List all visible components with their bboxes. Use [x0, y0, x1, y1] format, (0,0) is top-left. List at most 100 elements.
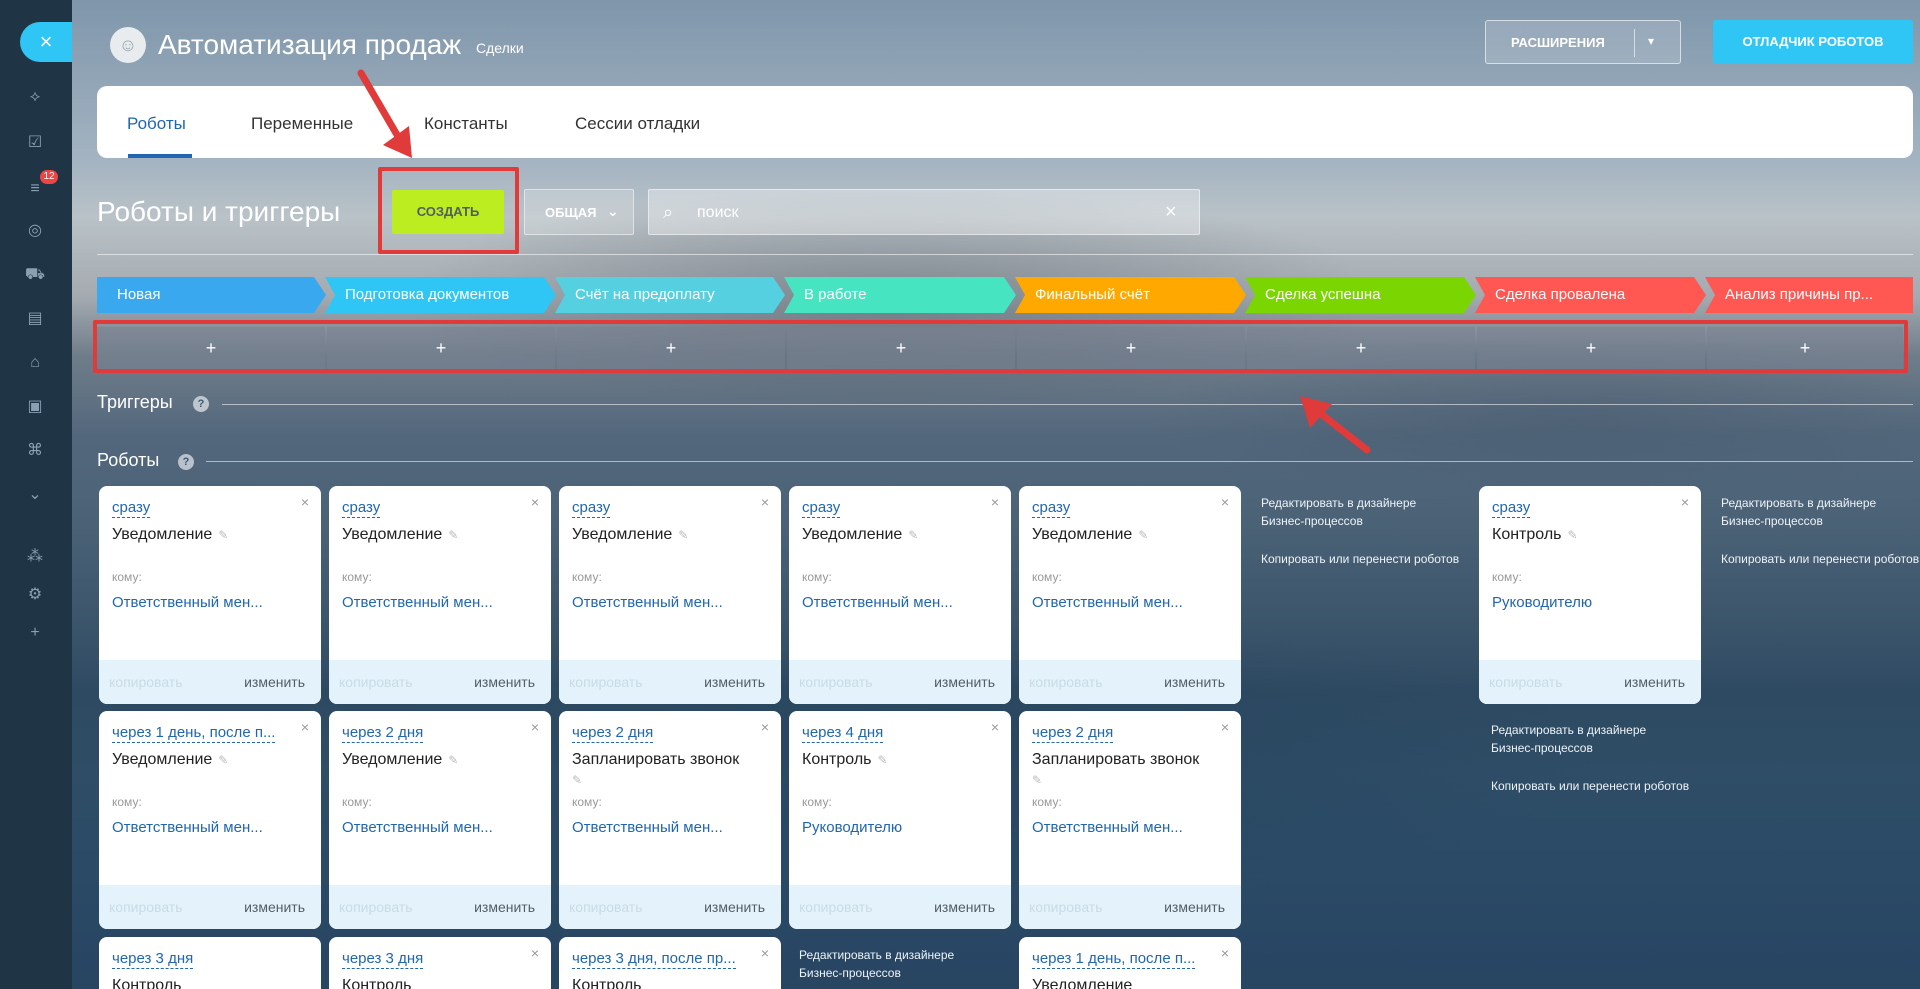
- pencil-icon[interactable]: ✎: [878, 753, 888, 767]
- copy-button[interactable]: копировать: [569, 674, 643, 690]
- robot-delay-link[interactable]: через 3 дня: [342, 950, 424, 969]
- edit-button[interactable]: изменить: [244, 674, 305, 690]
- stage-lost[interactable]: Сделка провалена: [1475, 277, 1706, 313]
- pencil-icon[interactable]: ✎: [448, 753, 458, 767]
- pencil-icon[interactable]: ✎: [572, 773, 582, 787]
- recipient-link[interactable]: Ответственный мен...: [112, 594, 308, 611]
- edit-in-designer-link[interactable]: Редактировать в дизайнере Бизнес-процесс…: [799, 946, 999, 982]
- copy-button[interactable]: копировать: [799, 674, 873, 690]
- edit-button[interactable]: изменить: [244, 899, 305, 915]
- gear-icon[interactable]: ⚙: [24, 584, 46, 606]
- cart-icon[interactable]: ⛟: [24, 264, 46, 286]
- search-input[interactable]: [697, 200, 1137, 226]
- close-icon[interactable]: ×: [1681, 494, 1689, 510]
- chevron-down-icon[interactable]: ⌄: [24, 484, 46, 506]
- robot-card[interactable]: через 2 дня × Уведомление ✎ кому: Ответст…: [329, 711, 551, 929]
- edit-in-designer-link[interactable]: Редактировать в дизайнере Бизнес-процесс…: [1491, 721, 1691, 757]
- robot-delay-link[interactable]: через 2 дня: [572, 724, 654, 743]
- edit-button[interactable]: изменить: [1164, 674, 1225, 690]
- stage-in-work[interactable]: В работе: [784, 277, 1016, 313]
- robot-card[interactable]: сразу × Контроль ✎ кому: Руководителю коп…: [1479, 486, 1701, 704]
- edit-button[interactable]: изменить: [474, 899, 535, 915]
- edit-button[interactable]: изменить: [934, 674, 995, 690]
- copy-button[interactable]: копировать: [109, 674, 183, 690]
- close-icon[interactable]: ×: [1221, 945, 1229, 961]
- stage-won[interactable]: Сделка успешна: [1245, 277, 1476, 313]
- close-icon[interactable]: ×: [761, 494, 769, 510]
- robot-card[interactable]: через 4 дня × Контроль ✎ кому: Руководите…: [789, 711, 1011, 929]
- stage-prepay[interactable]: Счёт на предоплату: [555, 277, 785, 313]
- robot-delay-link[interactable]: сразу: [572, 499, 611, 518]
- close-icon[interactable]: ×: [1221, 494, 1229, 510]
- tab-robots[interactable]: Роботы: [127, 114, 186, 134]
- stage-docs[interactable]: Подготовка документов: [325, 277, 556, 313]
- pencil-icon[interactable]: ✎: [678, 528, 688, 542]
- close-icon[interactable]: ×: [761, 719, 769, 735]
- recipient-link[interactable]: Руководителю: [802, 819, 998, 836]
- recipient-link[interactable]: Ответственный мен...: [342, 594, 538, 611]
- edit-button[interactable]: изменить: [1164, 899, 1225, 915]
- robot-delay-link[interactable]: через 1 день, после п...: [1032, 950, 1196, 969]
- stage-final-invoice[interactable]: Финальный счёт: [1015, 277, 1246, 313]
- plus-icon[interactable]: +: [24, 622, 46, 644]
- share-icon[interactable]: ⟡: [24, 86, 46, 108]
- edit-button[interactable]: изменить: [1624, 674, 1685, 690]
- chevron-down-icon[interactable]: ▾: [1648, 34, 1654, 48]
- tab-debug-sessions[interactable]: Сессии отладки: [575, 114, 700, 134]
- stage-new[interactable]: Новая: [97, 277, 326, 313]
- robot-card[interactable]: сразу × Уведомление ✎ кому: Ответственный…: [329, 486, 551, 704]
- copy-button[interactable]: копировать: [569, 899, 643, 915]
- recipient-link[interactable]: Руководителю: [1492, 594, 1688, 611]
- robot-delay-link[interactable]: сразу: [342, 499, 381, 518]
- stage-analysis[interactable]: Анализ причины пр...: [1705, 277, 1913, 313]
- close-icon[interactable]: ×: [301, 494, 309, 510]
- robot-delay-link[interactable]: через 3 дня: [112, 950, 194, 969]
- pencil-icon[interactable]: ✎: [218, 528, 228, 542]
- close-icon[interactable]: ×: [991, 494, 999, 510]
- extensions-button[interactable]: РАСШИРЕНИЯ ▾: [1485, 20, 1681, 64]
- robot-card[interactable]: сразу × Уведомление ✎ кому: Ответственный…: [789, 486, 1011, 704]
- recipient-link[interactable]: Ответственный мен...: [342, 819, 538, 836]
- breadcrumb[interactable]: Сделки: [476, 40, 524, 56]
- robot-debugger-button[interactable]: ОТЛАДЧИК РОБОТОВ: [1713, 20, 1913, 64]
- pencil-icon[interactable]: ✎: [1032, 773, 1042, 787]
- box-icon[interactable]: ▣: [24, 396, 46, 418]
- pencil-icon[interactable]: ✎: [1138, 528, 1148, 542]
- general-dropdown[interactable]: ОБЩАЯ ⌄: [524, 189, 634, 235]
- close-icon[interactable]: ×: [301, 719, 309, 735]
- robot-delay-link[interactable]: сразу: [1032, 499, 1071, 518]
- robot-delay-link[interactable]: через 3 дня, после пр...: [572, 950, 736, 969]
- clear-icon[interactable]: ×: [1165, 201, 1177, 224]
- task-icon[interactable]: ☑: [24, 132, 46, 154]
- help-icon[interactable]: ?: [193, 396, 209, 412]
- edit-in-designer-link[interactable]: Редактировать в дизайнере Бизнес-процесс…: [1261, 494, 1461, 530]
- edit-button[interactable]: изменить: [704, 899, 765, 915]
- close-icon[interactable]: ×: [761, 945, 769, 961]
- pencil-icon[interactable]: ✎: [908, 528, 918, 542]
- edit-button[interactable]: изменить: [934, 899, 995, 915]
- robot-card[interactable]: через 3 дня × Контроль: [329, 937, 551, 989]
- recipient-link[interactable]: Ответственный мен...: [1032, 594, 1228, 611]
- tab-variables[interactable]: Переменные: [251, 114, 353, 134]
- edit-button[interactable]: изменить: [704, 674, 765, 690]
- sitemap-icon[interactable]: ⁂: [24, 546, 46, 568]
- robot-card[interactable]: через 3 дня, после пр... × Контроль: [559, 937, 781, 989]
- help-icon[interactable]: ?: [178, 454, 194, 470]
- robot-card[interactable]: сразу × Уведомление ✎ кому: Ответственный…: [559, 486, 781, 704]
- target-icon[interactable]: ◎: [24, 220, 46, 242]
- close-icon[interactable]: ×: [991, 719, 999, 735]
- pencil-icon[interactable]: ✎: [218, 753, 228, 767]
- copy-move-robots-link[interactable]: Копировать или перенести роботов: [1721, 550, 1920, 568]
- close-icon[interactable]: ×: [1221, 719, 1229, 735]
- copy-button[interactable]: копировать: [799, 899, 873, 915]
- recipient-link[interactable]: Ответственный мен...: [572, 594, 768, 611]
- robot-icon[interactable]: ⌂: [24, 352, 46, 374]
- recipient-link[interactable]: Ответственный мен...: [572, 819, 768, 836]
- robot-card[interactable]: через 3 дня Контроль: [99, 937, 321, 989]
- copy-move-robots-link[interactable]: Копировать или перенести роботов: [1491, 777, 1691, 795]
- robot-card[interactable]: сразу × Уведомление ✎ кому: Ответственный…: [99, 486, 321, 704]
- store-icon[interactable]: ⌘: [24, 440, 46, 462]
- close-icon[interactable]: ×: [531, 945, 539, 961]
- robot-delay-link[interactable]: сразу: [802, 499, 841, 518]
- recipient-link[interactable]: Ответственный мен...: [802, 594, 998, 611]
